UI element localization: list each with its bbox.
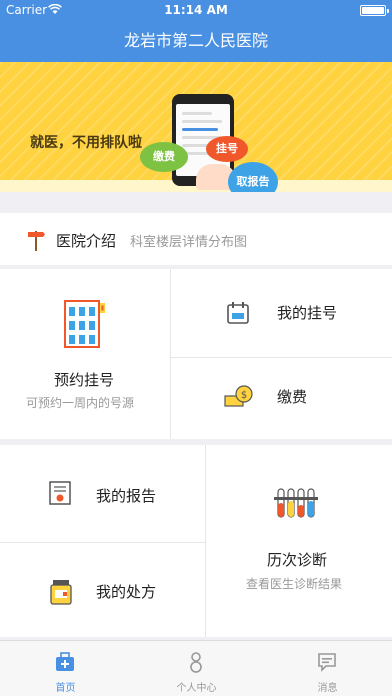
appointment-label: 预约挂号 [54, 371, 115, 389]
svg-text:$: $ [241, 390, 247, 401]
my-registration-tile[interactable]: 我的挂号 [171, 269, 392, 357]
clock: 11:14 AM [164, 3, 228, 17]
signpost-icon [28, 231, 45, 251]
my-report-label: 我的报告 [96, 487, 157, 505]
my-registration-label: 我的挂号 [277, 304, 338, 322]
hospital-intro-title: 医院介绍 [56, 232, 117, 250]
my-report-tile[interactable]: 我的报告 [0, 445, 205, 542]
person-icon [190, 652, 202, 673]
promo-banner[interactable]: 缴费 挂号 取报告 就医，不用排队啦 [0, 62, 392, 192]
hospital-intro-subtitle: 科室楼层详情分布图 [130, 235, 248, 250]
tab-bar: 首页 个人中心 消息 [0, 640, 392, 696]
hospital-building-icon [64, 300, 105, 348]
tab-profile[interactable]: 个人中心 [131, 641, 262, 696]
service-grid-top: 预约挂号 可预约一周内的号源 我的挂号 $ 缴费 [0, 269, 392, 439]
report-icon [49, 481, 71, 505]
battery-icon [360, 5, 389, 16]
appointment-tile[interactable]: 预约挂号 可预约一周内的号源 [0, 269, 170, 439]
medicine-bottle-icon [50, 580, 72, 605]
test-tubes-icon [274, 488, 318, 518]
message-icon [318, 653, 336, 672]
payment-tile[interactable]: $ 缴费 [171, 358, 392, 439]
history-diagnosis-label: 历次诊断 [267, 551, 328, 569]
history-diagnosis-tile[interactable]: 历次诊断 查看医生诊断结果 [206, 445, 392, 637]
bubble-register: 挂号 [206, 136, 248, 162]
home-medical-icon [56, 652, 74, 671]
status-bar: Carrier 11:14 AM [0, 0, 392, 20]
appointment-subtitle: 可预约一周内的号源 [26, 396, 135, 410]
hospital-intro-row[interactable]: 医院介绍 科室楼层详情分布图 [0, 213, 392, 265]
money-icon: $ [224, 385, 253, 407]
tab-messages-label: 消息 [317, 683, 338, 694]
payment-label: 缴费 [277, 388, 308, 406]
banner-slogan: 就医，不用排队啦 [30, 135, 142, 151]
calendar-icon [227, 302, 249, 324]
tab-home[interactable]: 首页 [0, 641, 131, 696]
nav-bar: 龙岩市第二人民医院 [0, 20, 392, 62]
my-prescription-label: 我的处方 [96, 583, 157, 601]
bubble-pay: 缴费 [140, 142, 188, 172]
page-title: 龙岩市第二人民医院 [123, 31, 268, 50]
tab-profile-label: 个人中心 [176, 683, 217, 694]
service-grid-bottom: 我的报告 我的处方 历次诊断 查看医生诊断结果 [0, 445, 392, 637]
tab-home-label: 首页 [55, 683, 76, 694]
tab-messages[interactable]: 消息 [262, 641, 392, 696]
my-prescription-tile[interactable]: 我的处方 [0, 543, 205, 637]
history-diagnosis-subtitle: 查看医生诊断结果 [246, 577, 343, 591]
